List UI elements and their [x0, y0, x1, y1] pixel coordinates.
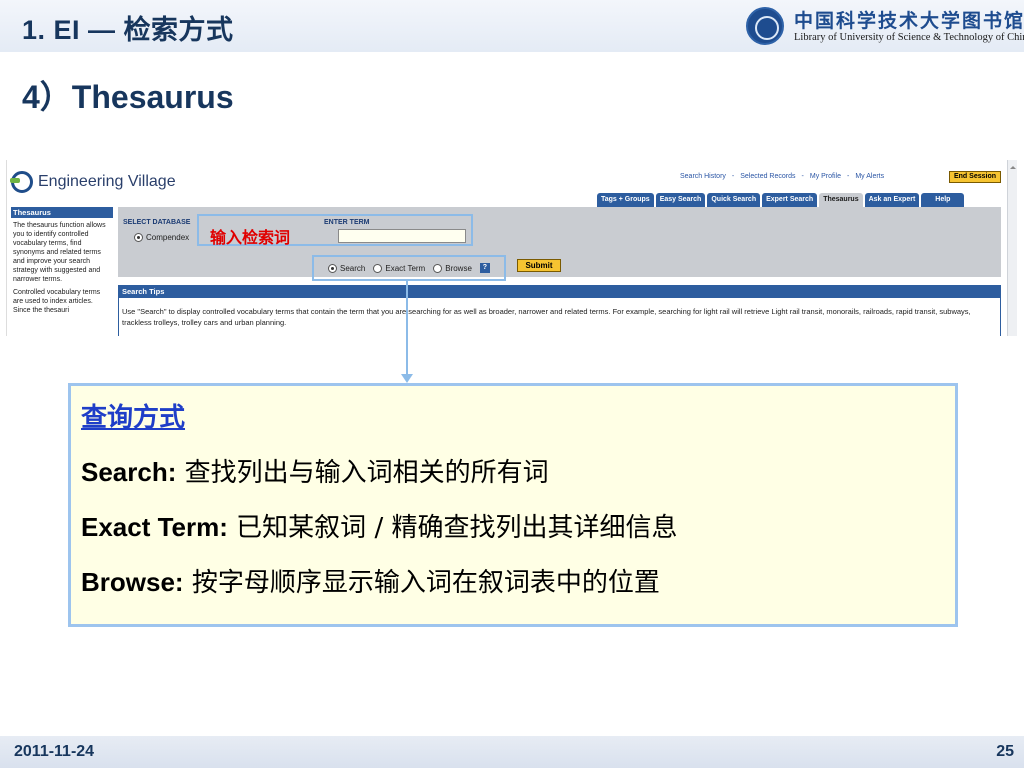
tab-easy-search[interactable]: Easy Search: [655, 193, 706, 207]
note-line-browse: Browse: 按字母顺序显示输入词在叙词表中的位置: [81, 562, 945, 599]
connector-line: [406, 280, 408, 376]
search-tips-text: Use "Search" to display controlled vocab…: [122, 307, 971, 327]
note-key: Search:: [81, 457, 177, 487]
end-session-button[interactable]: End Session: [949, 171, 1001, 183]
thesaurus-sidebar: Thesaurus The thesaurus function allows …: [11, 207, 113, 336]
tab-help[interactable]: Help: [921, 193, 965, 207]
select-database-label: SELECT DATABASE: [123, 219, 191, 226]
note-title: 查询方式: [81, 403, 186, 433]
link-separator: -: [731, 173, 735, 180]
search-tips-heading: Search Tips: [119, 286, 1000, 298]
engineering-village-logo-icon: [10, 171, 33, 193]
tab-ask-an-expert[interactable]: Ask an Expert: [864, 193, 920, 207]
input-term-annotation: 输入检索词: [210, 228, 291, 247]
link-separator: -: [846, 173, 850, 180]
ev-logo[interactable]: Engineering Village: [10, 168, 176, 196]
tab-thesaurus[interactable]: Thesaurus: [819, 193, 863, 207]
ev-brand: Engineering Village: [38, 173, 176, 190]
note-key: Exact Term:: [81, 512, 228, 542]
my-alerts-link[interactable]: My Alerts: [855, 173, 884, 180]
search-tips-panel: Search Tips Use "Search" to display cont…: [118, 285, 1001, 336]
tab-expert-search[interactable]: Expert Search: [762, 193, 818, 207]
logo-english-name: Library of University of Science & Techn…: [794, 32, 1024, 43]
note-line-exact-term: Exact Term: 已知某叙词 / 精确查找列出其详细信息: [81, 507, 945, 544]
ev-top-links: Search History - Selected Records - My Profi…: [677, 173, 887, 180]
slide-title: 1. EI — 检索方式: [22, 15, 234, 45]
slide-subtitle: 4）Thesaurus: [22, 79, 234, 115]
note-line-search: Search: 查找列出与输入词相关的所有词: [81, 452, 945, 489]
note-value: 按字母顺序显示输入词在叙词表中的位置: [183, 568, 660, 598]
engineering-village-screenshot: Engineering Village Search History - Selec…: [6, 160, 1017, 336]
link-separator: -: [801, 173, 804, 180]
logo-chinese-name: 中国科学技术大学图书馆: [794, 10, 1024, 32]
my-profile-link[interactable]: My Profile: [810, 173, 841, 180]
university-seal-icon: [746, 7, 784, 45]
query-modes-note: 查询方式 Search: 查找列出与输入词相关的所有词 Exact Term: …: [68, 383, 958, 627]
tab-quick-search[interactable]: Quick Search: [707, 193, 761, 207]
library-logo: 中国科学技术大学图书馆 Library of University of Sci…: [746, 5, 1024, 47]
search-options-highlight: [312, 255, 506, 281]
tab-tags-groups[interactable]: Tags + Groups: [597, 193, 654, 207]
selected-records-link[interactable]: Selected Records: [740, 173, 795, 180]
note-value: 已知某叙词 / 精确查找列出其详细信息: [227, 513, 678, 543]
sidebar-paragraph: Controlled vocabulary terms are used to …: [13, 289, 101, 314]
ev-tab-bar: Tags + Groups Easy Search Quick Search E…: [597, 193, 965, 207]
submit-button[interactable]: Submit: [517, 259, 561, 272]
note-key: Browse:: [81, 567, 184, 597]
sidebar-paragraph: The thesaurus function allows you to ide…: [13, 222, 106, 283]
scrollbar[interactable]: [1007, 160, 1017, 336]
database-option-label: Compendex: [146, 233, 190, 242]
database-option-compendex[interactable]: Compendex: [134, 233, 189, 242]
sidebar-text: The thesaurus function allows you to ide…: [11, 218, 113, 322]
arrow-down-icon: [401, 374, 413, 383]
slide-footer: [0, 736, 1024, 768]
search-history-link[interactable]: Search History: [680, 173, 726, 180]
page-number: 25: [996, 743, 1014, 760]
database-radio[interactable]: [134, 233, 143, 242]
note-value: 查找列出与输入词相关的所有词: [176, 458, 549, 488]
sidebar-heading: Thesaurus: [11, 207, 113, 218]
footer-date: 2011-11-24: [14, 743, 95, 760]
